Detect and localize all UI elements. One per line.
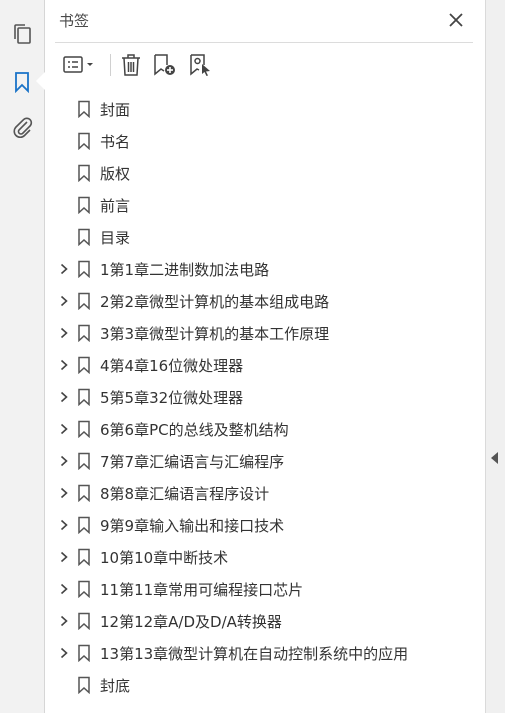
options-menu-icon bbox=[63, 56, 93, 73]
bookmark-item[interactable]: 9第9章输入输出和接口技术 bbox=[45, 509, 485, 541]
collapse-arrow-icon[interactable] bbox=[491, 452, 498, 464]
bookmark-item[interactable]: 12第12章A/D及D/A转换器 bbox=[45, 605, 485, 637]
bookmark-label: 版权 bbox=[100, 165, 131, 183]
bookmark-icon bbox=[77, 292, 91, 311]
close-icon bbox=[449, 13, 463, 27]
bookmark-label: 2第2章微型计算机的基本组成电路 bbox=[100, 293, 330, 311]
navigation-rail bbox=[0, 0, 45, 713]
bookmark-item[interactable]: 封面 bbox=[45, 93, 485, 125]
bookmark-item[interactable]: 前言 bbox=[45, 189, 485, 221]
bookmark-icon bbox=[77, 388, 91, 407]
new-bookmark-button[interactable] bbox=[151, 50, 179, 80]
paperclip-icon[interactable] bbox=[8, 113, 36, 141]
bookmark-icon bbox=[77, 484, 91, 503]
bookmark-label: 前言 bbox=[100, 197, 131, 215]
bookmark-item[interactable]: 13第13章微型计算机在自动控制系统中的应用 bbox=[45, 637, 485, 669]
bookmark-label: 6第6章PC的总线及整机结构 bbox=[100, 421, 289, 439]
bookmark-label: 书名 bbox=[100, 133, 131, 151]
bookmark-item[interactable]: 4第4章16位微处理器 bbox=[45, 349, 485, 381]
chevron-right-icon[interactable] bbox=[56, 645, 72, 661]
bookmark-list: 封面书名版权前言目录 1第1章二进制数加法电路 2第2章微型计算机的基本组成电路 3第… bbox=[45, 93, 485, 701]
bookmark-item[interactable]: 1第1章二进制数加法电路 bbox=[45, 253, 485, 285]
delete-bookmark-button[interactable] bbox=[117, 50, 145, 80]
bookmark-icon bbox=[77, 676, 91, 695]
bookmark-label: 5第5章32位微处理器 bbox=[100, 389, 244, 407]
bookmark-label: 9第9章输入输出和接口技术 bbox=[100, 517, 285, 535]
bookmark-item[interactable]: 11第11章常用可编程接口芯片 bbox=[45, 573, 485, 605]
chevron-right-icon[interactable] bbox=[56, 357, 72, 373]
bookmark-item[interactable]: 7第7章汇编语言与汇编程序 bbox=[45, 445, 485, 477]
bookmark-icon bbox=[77, 196, 91, 215]
panel-header: 书签 bbox=[45, 0, 485, 42]
bookmark-label: 10第10章中断技术 bbox=[100, 549, 229, 567]
header-divider bbox=[55, 42, 473, 43]
bookmark-label: 目录 bbox=[100, 229, 131, 247]
bookmark-icon bbox=[77, 100, 91, 119]
bookmark-icon bbox=[77, 612, 91, 631]
chevron-right-icon[interactable] bbox=[56, 453, 72, 469]
panel-splitter[interactable] bbox=[485, 0, 505, 713]
chevron-right-icon[interactable] bbox=[56, 293, 72, 309]
chevron-right-icon[interactable] bbox=[56, 517, 72, 533]
bookmark-label: 封底 bbox=[100, 677, 131, 695]
bookmark-icon bbox=[77, 324, 91, 343]
close-button[interactable] bbox=[445, 9, 467, 31]
chevron-right-icon[interactable] bbox=[56, 325, 72, 341]
options-menu-button[interactable] bbox=[59, 50, 99, 80]
bookmark-item[interactable]: 封底 bbox=[45, 669, 485, 701]
bookmark-item[interactable]: 3第3章微型计算机的基本工作原理 bbox=[45, 317, 485, 349]
bookmark-label: 1第1章二进制数加法电路 bbox=[100, 261, 270, 279]
bookmark-label: 11第11章常用可编程接口芯片 bbox=[100, 581, 304, 599]
bookmark-label: 4第4章16位微处理器 bbox=[100, 357, 244, 375]
chevron-right-icon[interactable] bbox=[56, 549, 72, 565]
bookmark-item[interactable]: 8第8章汇编语言程序设计 bbox=[45, 477, 485, 509]
bookmark-selection-icon bbox=[190, 54, 210, 76]
bookmark-icon bbox=[77, 548, 91, 567]
bookmark-icon bbox=[77, 580, 91, 599]
bookmark-icon bbox=[77, 516, 91, 535]
bookmark-icon bbox=[77, 644, 91, 663]
chevron-right-icon[interactable] bbox=[56, 389, 72, 405]
bookmark-icon bbox=[77, 132, 91, 151]
bookmark-label: 12第12章A/D及D/A转换器 bbox=[100, 613, 282, 631]
bookmark-label: 8第8章汇编语言程序设计 bbox=[100, 485, 270, 503]
bookmark-item[interactable]: 版权 bbox=[45, 157, 485, 189]
bookmark-label: 13第13章微型计算机在自动控制系统中的应用 bbox=[100, 645, 409, 663]
chevron-right-icon[interactable] bbox=[56, 261, 72, 277]
chevron-right-icon[interactable] bbox=[56, 485, 72, 501]
toolbar-separator bbox=[110, 54, 111, 76]
bookmark-icon bbox=[77, 228, 91, 247]
copy-pages-icon[interactable] bbox=[8, 20, 36, 48]
chevron-right-icon[interactable] bbox=[56, 613, 72, 629]
bookmark-item[interactable]: 2第2章微型计算机的基本组成电路 bbox=[45, 285, 485, 317]
bookmark-icon bbox=[77, 164, 91, 183]
bookmark-item[interactable]: 10第10章中断技术 bbox=[45, 541, 485, 573]
bookmark-selection-button[interactable] bbox=[187, 50, 215, 80]
bookmark-label: 7第7章汇编语言与汇编程序 bbox=[100, 453, 285, 471]
active-pointer bbox=[36, 72, 45, 90]
bookmark-label: 封面 bbox=[100, 101, 131, 119]
bookmark-item[interactable]: 6第6章PC的总线及整机结构 bbox=[45, 413, 485, 445]
bookmark-icon bbox=[77, 452, 91, 471]
new-bookmark-icon bbox=[154, 54, 175, 76]
bookmark-label: 3第3章微型计算机的基本工作原理 bbox=[100, 325, 330, 343]
bookmark-icon[interactable] bbox=[8, 68, 36, 96]
chevron-right-icon[interactable] bbox=[56, 421, 72, 437]
bookmark-item[interactable]: 5第5章32位微处理器 bbox=[45, 381, 485, 413]
bookmarks-panel: 书签 封面 书名 版权 前言 目录 1第1章二进制数加法电路 2第2章微型计算机… bbox=[45, 0, 485, 713]
chevron-right-icon[interactable] bbox=[56, 581, 72, 597]
bookmark-icon bbox=[77, 356, 91, 375]
bookmark-icon bbox=[77, 420, 91, 439]
bookmark-item[interactable]: 书名 bbox=[45, 125, 485, 157]
bookmarks-toolbar bbox=[55, 48, 473, 82]
panel-title: 书签 bbox=[59, 12, 90, 30]
delete-icon bbox=[122, 54, 140, 76]
bookmark-icon bbox=[77, 260, 91, 279]
bookmark-item[interactable]: 目录 bbox=[45, 221, 485, 253]
